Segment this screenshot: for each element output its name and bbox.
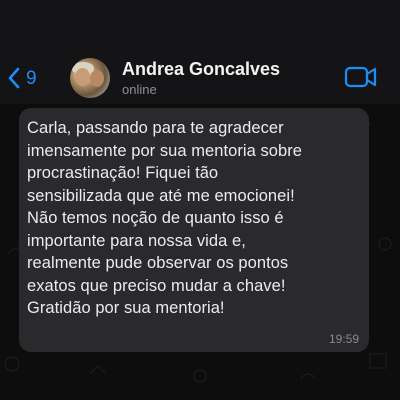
avatar-face: [90, 70, 104, 87]
message-text: Carla, passando para te agradecer imensa…: [27, 119, 303, 317]
chevron-left-icon: [8, 67, 20, 89]
chat-area: Carla, passando para te agradecer imensa…: [0, 104, 400, 400]
back-button[interactable]: 9: [6, 64, 37, 92]
avatar[interactable]: [70, 58, 110, 98]
unread-count: 9: [26, 67, 37, 89]
contact-name[interactable]: Andrea Goncalves: [122, 59, 280, 80]
chat-screen: 9 Andrea Goncalves online Carla, passand…: [0, 0, 400, 400]
message-time: 19:59: [328, 332, 359, 346]
message-bubble[interactable]: Carla, passando para te agradecer imensa…: [19, 108, 369, 352]
chat-header: 9 Andrea Goncalves online: [0, 0, 400, 104]
video-call-button[interactable]: [344, 66, 378, 88]
avatar-face: [75, 68, 90, 86]
contact-status: online: [122, 82, 157, 97]
video-call-icon: [344, 66, 377, 88]
